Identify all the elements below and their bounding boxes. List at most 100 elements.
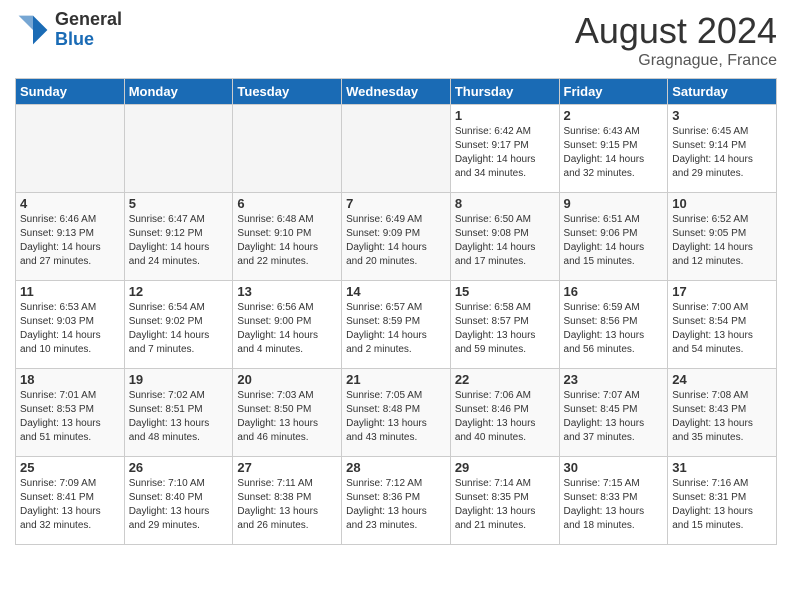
week-row-5: 25 Sunrise: 7:09 AM Sunset: 8:41 PM Dayli…: [16, 457, 777, 545]
calendar-cell: 30Sunrise: 7:15 AM Sunset: 8:33 PM Dayli…: [559, 457, 668, 545]
calendar-cell: 14 Sunrise: 6:57 AM Sunset: 8:59 PM Dayli…: [342, 281, 451, 369]
header-monday: Monday: [124, 79, 233, 105]
calendar-cell: 6Sunrise: 6:48 AM Sunset: 9:10 PM Daylig…: [233, 193, 342, 281]
calendar-cell: 8 Sunrise: 6:50 AM Sunset: 9:08 PM Daylig…: [450, 193, 559, 281]
day-number: 24: [672, 372, 772, 387]
day-info: Sunrise: 6:51 AM Sunset: 9:06 PM Dayligh…: [564, 213, 664, 269]
header-thursday: Thursday: [450, 79, 559, 105]
day-info: Sunrise: 7:12 AM Sunset: 8:36 PM Dayligh…: [346, 477, 446, 533]
logo-blue: Blue: [55, 30, 122, 50]
day-info: Sunrise: 6:54 AM Sunset: 9:02 PM Dayligh…: [129, 301, 229, 357]
calendar-cell: 20Sunrise: 7:03 AM Sunset: 8:50 PM Dayli…: [233, 369, 342, 457]
calendar-cell: 19Sunrise: 7:02 AM Sunset: 8:51 PM Dayli…: [124, 369, 233, 457]
month-title: August 2024: [575, 10, 777, 52]
day-info: Sunrise: 6:58 AM Sunset: 8:57 PM Dayligh…: [455, 301, 555, 357]
day-number: 28: [346, 460, 446, 475]
header-sunday: Sunday: [16, 79, 125, 105]
calendar-cell: 10 Sunrise: 6:52 AM Sunset: 9:05 PM Dayli…: [668, 193, 777, 281]
day-info: Sunrise: 6:42 AM Sunset: 9:17 PM Dayligh…: [455, 125, 555, 181]
day-info: Sunrise: 7:16 AM Sunset: 8:31 PM Dayligh…: [672, 477, 772, 533]
day-number: 8: [455, 196, 555, 211]
day-number: 2: [564, 108, 664, 123]
day-number: 22: [455, 372, 555, 387]
day-number: 23: [564, 372, 664, 387]
calendar-cell: 7Sunrise: 6:49 AM Sunset: 9:09 PM Daylig…: [342, 193, 451, 281]
week-row-1: 1Sunrise: 6:42 AM Sunset: 9:17 PM Daylig…: [16, 105, 777, 193]
calendar-cell: 22Sunrise: 7:06 AM Sunset: 8:46 PM Dayli…: [450, 369, 559, 457]
calendar-cell: 23 Sunrise: 7:07 AM Sunset: 8:45 PM Dayli…: [559, 369, 668, 457]
calendar-cell: 16 Sunrise: 6:59 AM Sunset: 8:56 PM Dayli…: [559, 281, 668, 369]
day-number: 14: [346, 284, 446, 299]
calendar-cell: 2 Sunrise: 6:43 AM Sunset: 9:15 PM Daylig…: [559, 105, 668, 193]
day-number: 12: [129, 284, 229, 299]
day-info: Sunrise: 6:52 AM Sunset: 9:05 PM Dayligh…: [672, 213, 772, 269]
day-info: Sunrise: 6:43 AM Sunset: 9:15 PM Dayligh…: [564, 125, 664, 181]
day-number: 15: [455, 284, 555, 299]
header-wednesday: Wednesday: [342, 79, 451, 105]
week-row-4: 18 Sunrise: 7:01 AM Sunset: 8:53 PM Dayli…: [16, 369, 777, 457]
day-info: Sunrise: 6:53 AM Sunset: 9:03 PM Dayligh…: [20, 301, 120, 357]
calendar-cell: 1Sunrise: 6:42 AM Sunset: 9:17 PM Daylig…: [450, 105, 559, 193]
calendar-cell: 4 Sunrise: 6:46 AM Sunset: 9:13 PM Daylig…: [16, 193, 125, 281]
day-number: 18: [20, 372, 120, 387]
calendar-cell: 29Sunrise: 7:14 AM Sunset: 8:35 PM Dayli…: [450, 457, 559, 545]
day-number: 9: [564, 196, 664, 211]
day-number: 16: [564, 284, 664, 299]
day-info: Sunrise: 6:57 AM Sunset: 8:59 PM Dayligh…: [346, 301, 446, 357]
day-number: 31: [672, 460, 772, 475]
day-info: Sunrise: 7:08 AM Sunset: 8:43 PM Dayligh…: [672, 389, 772, 445]
location: Gragnague, France: [575, 52, 777, 70]
day-info: Sunrise: 7:01 AM Sunset: 8:53 PM Dayligh…: [20, 389, 120, 445]
title-block: August 2024 Gragnague, France: [575, 10, 777, 70]
day-number: 25: [20, 460, 120, 475]
logo-icon: [15, 12, 51, 48]
calendar-cell: 31 Sunrise: 7:16 AM Sunset: 8:31 PM Dayli…: [668, 457, 777, 545]
calendar-cell: 13 Sunrise: 6:56 AM Sunset: 9:00 PM Dayli…: [233, 281, 342, 369]
page-header: General Blue August 2024 Gragnague, Fran…: [15, 10, 777, 70]
day-info: Sunrise: 7:15 AM Sunset: 8:33 PM Dayligh…: [564, 477, 664, 533]
day-info: Sunrise: 6:56 AM Sunset: 9:00 PM Dayligh…: [237, 301, 337, 357]
calendar-cell: 25 Sunrise: 7:09 AM Sunset: 8:41 PM Dayli…: [16, 457, 125, 545]
calendar-cell: 28 Sunrise: 7:12 AM Sunset: 8:36 PM Dayli…: [342, 457, 451, 545]
day-info: Sunrise: 7:09 AM Sunset: 8:41 PM Dayligh…: [20, 477, 120, 533]
day-number: 4: [20, 196, 120, 211]
calendar-cell: 26 Sunrise: 7:10 AM Sunset: 8:40 PM Dayli…: [124, 457, 233, 545]
day-number: 7: [346, 196, 446, 211]
day-info: Sunrise: 7:00 AM Sunset: 8:54 PM Dayligh…: [672, 301, 772, 357]
day-info: Sunrise: 6:46 AM Sunset: 9:13 PM Dayligh…: [20, 213, 120, 269]
calendar-cell: [342, 105, 451, 193]
day-number: 11: [20, 284, 120, 299]
calendar-cell: 11 Sunrise: 6:53 AM Sunset: 9:03 PM Dayli…: [16, 281, 125, 369]
day-number: 21: [346, 372, 446, 387]
header-saturday: Saturday: [668, 79, 777, 105]
day-number: 29: [455, 460, 555, 475]
calendar-cell: 18 Sunrise: 7:01 AM Sunset: 8:53 PM Dayli…: [16, 369, 125, 457]
day-info: Sunrise: 7:02 AM Sunset: 8:51 PM Dayligh…: [129, 389, 229, 445]
day-info: Sunrise: 6:50 AM Sunset: 9:08 PM Dayligh…: [455, 213, 555, 269]
logo-general: General: [55, 10, 122, 30]
day-info: Sunrise: 7:11 AM Sunset: 8:38 PM Dayligh…: [237, 477, 337, 533]
calendar-cell: 15 Sunrise: 6:58 AM Sunset: 8:57 PM Dayli…: [450, 281, 559, 369]
day-info: Sunrise: 7:05 AM Sunset: 8:48 PM Dayligh…: [346, 389, 446, 445]
day-info: Sunrise: 6:59 AM Sunset: 8:56 PM Dayligh…: [564, 301, 664, 357]
calendar-cell: [16, 105, 125, 193]
calendar-cell: [124, 105, 233, 193]
day-info: Sunrise: 7:07 AM Sunset: 8:45 PM Dayligh…: [564, 389, 664, 445]
calendar-cell: 17 Sunrise: 7:00 AM Sunset: 8:54 PM Dayli…: [668, 281, 777, 369]
day-number: 10: [672, 196, 772, 211]
calendar-table: SundayMondayTuesdayWednesdayThursdayFrid…: [15, 78, 777, 545]
day-number: 5: [129, 196, 229, 211]
day-number: 17: [672, 284, 772, 299]
week-row-3: 11 Sunrise: 6:53 AM Sunset: 9:03 PM Dayli…: [16, 281, 777, 369]
calendar-cell: 21 Sunrise: 7:05 AM Sunset: 8:48 PM Dayli…: [342, 369, 451, 457]
calendar-cell: [233, 105, 342, 193]
day-number: 13: [237, 284, 337, 299]
calendar-cell: 12 Sunrise: 6:54 AM Sunset: 9:02 PM Dayli…: [124, 281, 233, 369]
header-tuesday: Tuesday: [233, 79, 342, 105]
day-number: 26: [129, 460, 229, 475]
day-info: Sunrise: 7:10 AM Sunset: 8:40 PM Dayligh…: [129, 477, 229, 533]
calendar-cell: 24 Sunrise: 7:08 AM Sunset: 8:43 PM Dayli…: [668, 369, 777, 457]
header-row: SundayMondayTuesdayWednesdayThursdayFrid…: [16, 79, 777, 105]
day-number: 3: [672, 108, 772, 123]
header-friday: Friday: [559, 79, 668, 105]
